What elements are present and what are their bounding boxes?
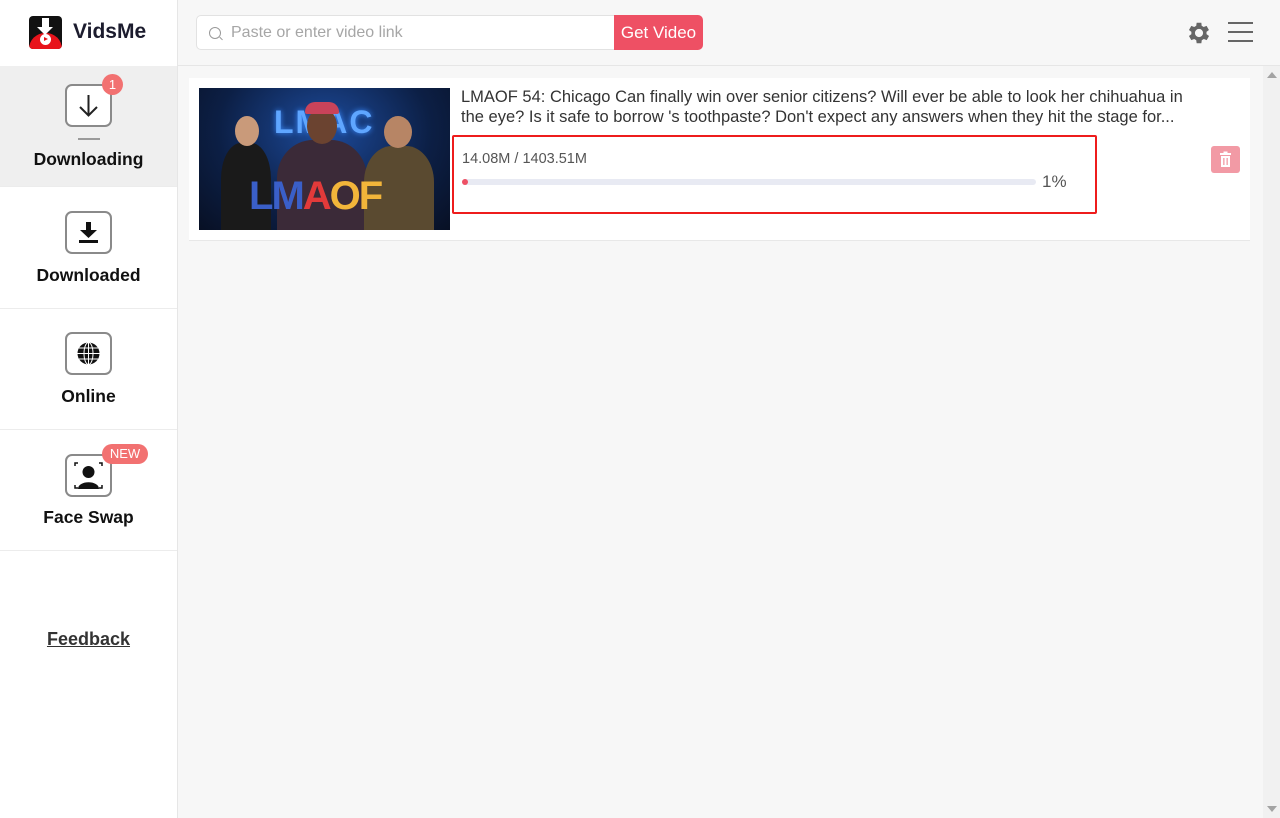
feedback-link[interactable]: Feedback bbox=[0, 629, 177, 650]
sidebar-label-face-swap: Face Swap bbox=[43, 507, 134, 527]
download-item: LMAC LMAOF LMAOF 54: Chicago Can finally… bbox=[189, 78, 1250, 241]
new-badge: NEW bbox=[102, 444, 148, 464]
globe-icon bbox=[65, 332, 112, 375]
progress-bar-fill bbox=[462, 179, 468, 185]
video-link-input[interactable] bbox=[231, 16, 611, 49]
progress-percent: 1% bbox=[1042, 172, 1067, 191]
app-window: VidsMe Get Video Downloading bbox=[0, 0, 1280, 818]
logo-area: VidsMe bbox=[0, 0, 178, 66]
search-icon bbox=[209, 27, 221, 39]
vertical-scrollbar[interactable] bbox=[1263, 66, 1280, 818]
vidsme-logo-icon bbox=[29, 16, 62, 49]
sidebar-item-downloading[interactable]: Downloading bbox=[0, 66, 177, 187]
scroll-up-arrow-icon[interactable] bbox=[1267, 72, 1277, 78]
trash-icon bbox=[1220, 151, 1231, 167]
header: VidsMe Get Video bbox=[0, 0, 1280, 66]
app-name: VidsMe bbox=[73, 20, 147, 43]
progress-bar bbox=[462, 179, 1036, 185]
menu-icon[interactable] bbox=[1228, 21, 1253, 43]
download-size-text: 14.08M / 1403.51M bbox=[462, 151, 587, 167]
sidebar-label-downloaded: Downloaded bbox=[36, 265, 141, 285]
delete-button[interactable] bbox=[1211, 146, 1240, 173]
sidebar-item-face-swap[interactable]: Face Swap bbox=[0, 430, 177, 551]
search-box bbox=[196, 15, 616, 50]
progress-highlight-box: 14.08M / 1403.51M 1% bbox=[452, 135, 1097, 214]
sidebar: Downloading Downloaded Online Face Swap … bbox=[0, 66, 178, 818]
sidebar-label-downloading: Downloading bbox=[33, 149, 144, 169]
video-title: LMAOF 54: Chicago Can finally win over s… bbox=[461, 88, 1183, 126]
gear-icon[interactable] bbox=[1185, 19, 1213, 47]
video-thumbnail[interactable]: LMAC LMAOF bbox=[199, 88, 450, 230]
download-tray-icon bbox=[65, 211, 112, 254]
get-video-button[interactable]: Get Video bbox=[614, 15, 703, 50]
sidebar-item-online[interactable]: Online bbox=[0, 309, 177, 430]
sidebar-label-online: Online bbox=[61, 386, 116, 406]
downloading-count-badge: 1 bbox=[102, 74, 123, 95]
thumbnail-logo-text: LMAOF bbox=[249, 174, 383, 218]
active-indicator bbox=[78, 138, 100, 140]
scroll-down-arrow-icon[interactable] bbox=[1267, 806, 1277, 812]
sidebar-item-downloaded[interactable]: Downloaded bbox=[0, 188, 177, 309]
